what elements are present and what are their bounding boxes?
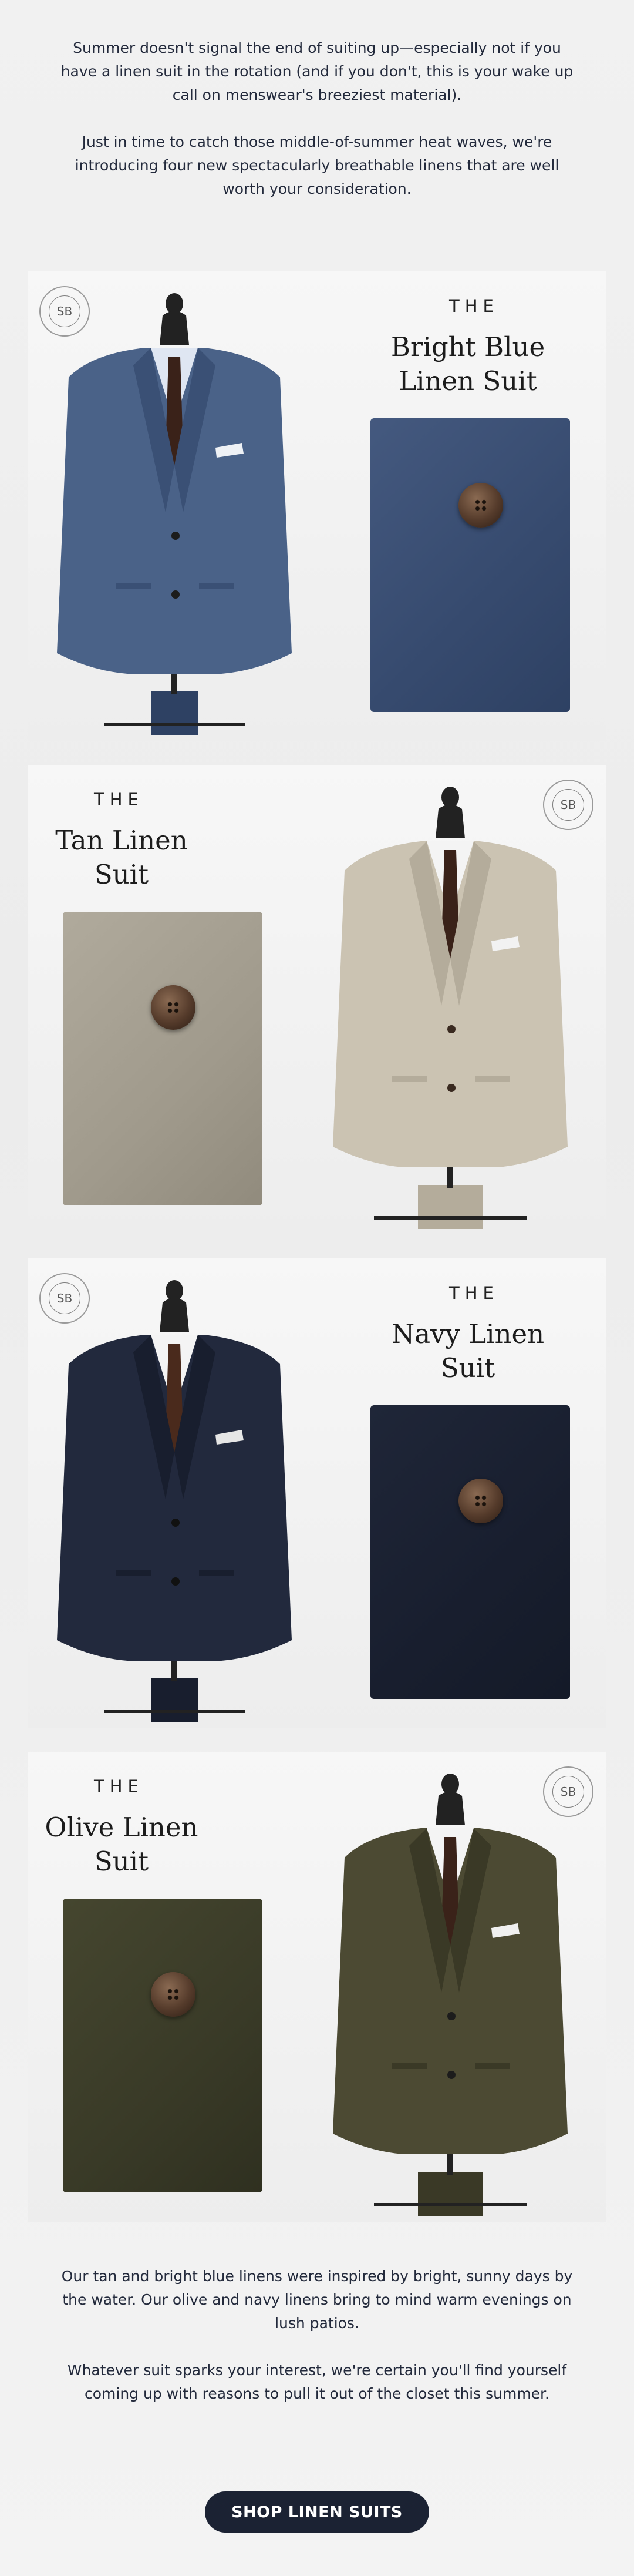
bright-blue-fabric-swatch: [370, 418, 570, 712]
jacket-button-icon: [151, 1972, 195, 2017]
outro-paragraph-1: Our tan and bright blue linens were insp…: [61, 2268, 573, 2332]
shop-linen-suits-button[interactable]: SHOP LINEN SUITS: [205, 2491, 429, 2533]
email-page: Summer doesn't signal the end of suiting…: [0, 0, 634, 2576]
intro-paragraph-1: Summer doesn't signal the end of suiting…: [60, 39, 574, 103]
intro-text: Summer doesn't signal the end of suiting…: [0, 36, 634, 201]
olive-jacket-image: [333, 1774, 568, 2216]
navy-fabric-swatch: [370, 1405, 570, 1699]
bright-blue-jacket-image: [57, 293, 292, 735]
jacket-button-icon: [458, 483, 503, 528]
suit-name: Navy Linen Suit: [391, 1318, 545, 1383]
suit-panel-tan[interactable]: SB THE Tan Linen Suit: [28, 765, 606, 1235]
suit-name: Olive Linen Suit: [45, 1812, 198, 1877]
olive-fabric-swatch: [63, 1899, 262, 2192]
suit-the-label: THE: [94, 790, 144, 810]
suit-the-label: THE: [449, 1283, 499, 1303]
outro-text: Our tan and bright blue linens were insp…: [0, 2265, 634, 2406]
navy-jacket-image: [57, 1280, 292, 1722]
jacket-button-icon: [458, 1479, 503, 1523]
tan-fabric-swatch: [63, 912, 262, 1205]
suit-the-label: THE: [449, 296, 499, 316]
tan-jacket-image: [333, 787, 568, 1229]
jacket-button-icon: [151, 985, 195, 1030]
suit-panel-olive[interactable]: SB THE Olive Linen Suit: [28, 1752, 606, 2222]
suit-name: Bright Blue Linen Suit: [390, 331, 545, 397]
intro-paragraph-2: Just in time to catch those middle-of-su…: [75, 133, 559, 197]
suit-panel-bright-blue[interactable]: SB THE Bright Blue Linen Suit: [28, 271, 606, 741]
suit-name: Tan Linen Suit: [55, 825, 188, 890]
outro-paragraph-2: Whatever suit sparks your interest, we'r…: [67, 2362, 567, 2402]
suit-the-label: THE: [94, 1776, 144, 1796]
suit-panel-navy[interactable]: SB THE Navy Linen Suit: [28, 1258, 606, 1728]
